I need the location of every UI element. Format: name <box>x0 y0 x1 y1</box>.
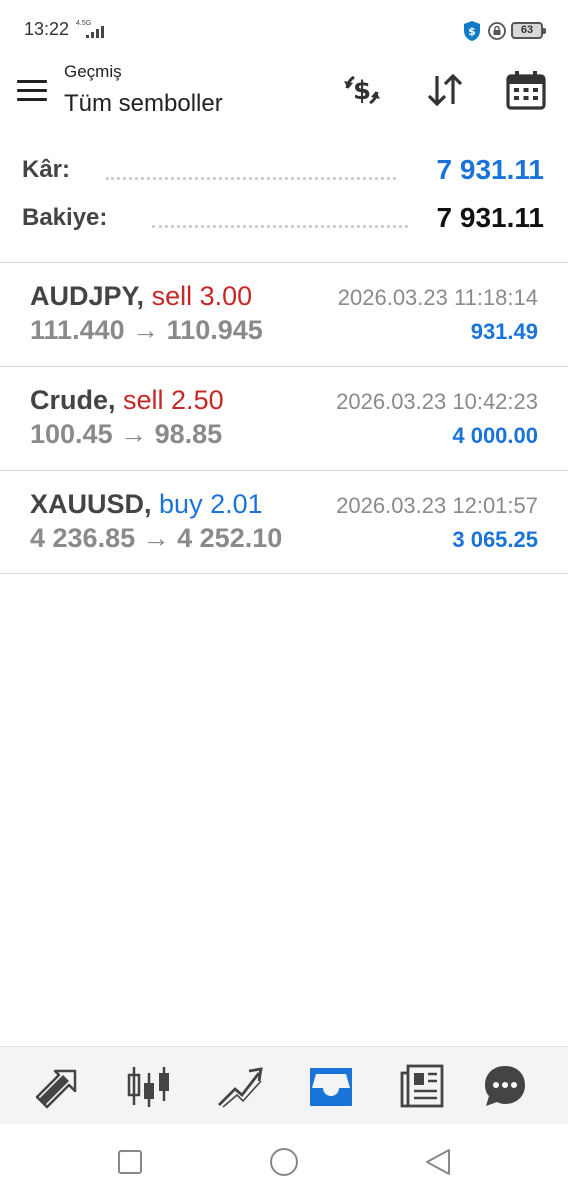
deal-close-price: 98.85 <box>154 419 223 449</box>
deal-prices: 100.45 → 98.85 <box>30 419 222 450</box>
home-button[interactable] <box>268 1146 300 1178</box>
app-header: Geçmiş Tüm semboller $ <box>0 60 568 140</box>
deal-row[interactable]: Crude, sell 2.50 2026.03.23 10:42:23 100… <box>0 367 568 471</box>
deal-close-price: 4 252.10 <box>177 523 283 553</box>
status-bar: 13:22 4.5G $ 63 <box>0 0 568 60</box>
balance-dots-divider <box>152 224 408 228</box>
svg-text:$: $ <box>468 25 476 38</box>
deal-side: buy 2.01 <box>159 489 263 519</box>
menu-icon[interactable] <box>17 80 47 102</box>
sort-icon <box>427 73 463 107</box>
candlestick-chart-icon <box>127 1067 169 1107</box>
system-navigation <box>0 1124 568 1200</box>
deal-profit: 931.49 <box>470 319 538 344</box>
deal-symbol: AUDJPY, sell 3.00 <box>30 281 252 312</box>
deal-open-price: 111.440 <box>30 315 125 345</box>
nav-history[interactable] <box>306 1061 356 1111</box>
deal-side: sell 3.00 <box>151 281 253 311</box>
nav-news[interactable] <box>397 1061 447 1111</box>
deal-symbol-name: Crude, <box>30 385 116 415</box>
shield-dollar-icon: $ <box>464 21 480 41</box>
balance-summary-row: Bakiye: 7 931.11 <box>0 198 568 244</box>
deal-symbol: Crude, sell 2.50 <box>30 385 224 416</box>
status-time: 13:22 <box>24 19 70 39</box>
home-icon <box>270 1148 298 1176</box>
deal-symbol-name: XAUUSD, <box>30 489 152 519</box>
deal-time: 2026.03.23 11:18:14 <box>337 285 538 310</box>
header-subtitle: Geçmiş <box>64 62 122 81</box>
trend-lines-icon <box>218 1067 263 1108</box>
arrow-icon: → <box>120 419 148 449</box>
header-title[interactable]: Tüm semboller <box>64 90 223 118</box>
deal-time: 2026.03.23 12:01:57 <box>336 493 538 518</box>
profit-dots-divider <box>106 176 396 180</box>
battery-indicator: 63 <box>511 22 546 39</box>
deal-prices: 111.440 → 110.945 <box>30 315 263 346</box>
deal-side: sell 2.50 <box>123 385 224 415</box>
balance-value: 7 931.11 <box>436 202 544 233</box>
currency-exchange-button[interactable]: $ <box>340 68 384 112</box>
deal-divider <box>0 573 568 574</box>
nav-trade[interactable] <box>33 1061 83 1111</box>
chat-icon <box>485 1066 525 1106</box>
calendar-icon <box>506 71 546 110</box>
deal-profit: 4 000.00 <box>452 423 538 448</box>
deal-open-price: 100.45 <box>30 419 113 449</box>
recent-apps-button[interactable] <box>114 1146 146 1178</box>
deal-row[interactable]: XAUUSD, buy 2.01 2026.03.23 12:01:57 4 2… <box>0 471 568 575</box>
profit-label: Kâr: <box>22 156 71 183</box>
svg-text:$: $ <box>353 76 371 106</box>
back-button[interactable] <box>422 1146 454 1178</box>
deal-symbol: XAUUSD, buy 2.01 <box>30 489 263 520</box>
balance-label: Bakiye: <box>22 204 108 231</box>
history-inbox-icon <box>310 1068 352 1106</box>
nav-trend[interactable] <box>215 1061 265 1111</box>
nav-chat[interactable] <box>480 1061 530 1111</box>
news-icon <box>400 1064 444 1108</box>
deal-profit: 3 065.25 <box>452 527 538 552</box>
nav-quotes-chart[interactable] <box>124 1061 174 1111</box>
trade-arrows-icon <box>35 1069 77 1109</box>
signal-icon <box>86 26 104 38</box>
sort-button[interactable] <box>423 68 467 112</box>
deal-open-price: 4 236.85 <box>30 523 136 553</box>
recent-apps-icon <box>118 1150 142 1174</box>
lock-rotation-icon <box>488 22 506 40</box>
bottom-navigation <box>0 1046 568 1124</box>
deal-prices: 4 236.85 → 4 252.10 <box>30 523 282 554</box>
back-icon <box>426 1149 450 1175</box>
deal-time: 2026.03.23 10:42:23 <box>336 389 538 414</box>
profit-summary-row: Kâr: 7 931.11 <box>0 150 568 196</box>
deal-symbol-name: AUDJPY, <box>30 281 145 311</box>
deal-row[interactable]: AUDJPY, sell 3.00 2026.03.23 11:18:14 11… <box>0 263 568 367</box>
arrow-icon: → <box>142 523 170 553</box>
currency-exchange-icon: $ <box>344 75 380 106</box>
arrow-icon: → <box>132 315 160 345</box>
profit-value: 7 931.11 <box>436 154 544 185</box>
deal-close-price: 110.945 <box>166 315 263 345</box>
calendar-button[interactable] <box>504 68 548 112</box>
